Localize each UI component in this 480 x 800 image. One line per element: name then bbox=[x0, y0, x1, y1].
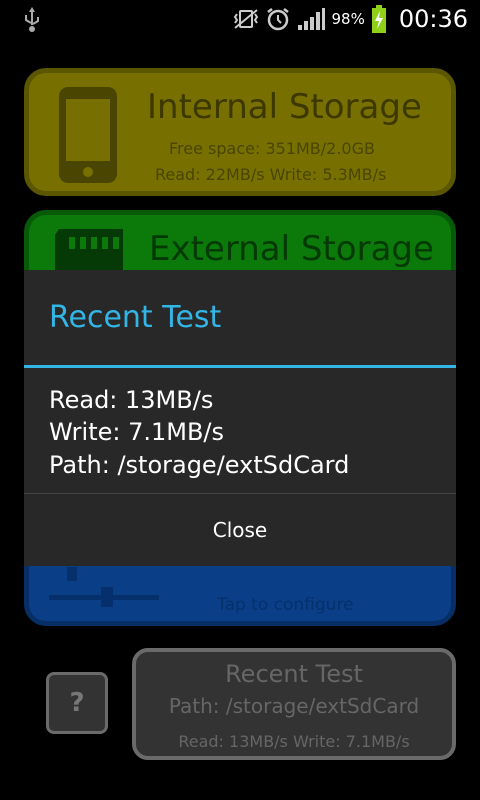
clock: 00:36 bbox=[398, 5, 468, 33]
dialog-read: Read: 13MB/s bbox=[49, 386, 214, 414]
status-bar: 98% 00:36 bbox=[0, 0, 480, 38]
external-storage-title: External Storage bbox=[149, 229, 434, 269]
battery-charging-icon bbox=[371, 5, 386, 33]
alarm-icon bbox=[267, 8, 290, 31]
configure-hint: Tap to configure bbox=[217, 595, 354, 615]
signal-icon bbox=[298, 8, 326, 30]
dialog-title: Recent Test bbox=[49, 300, 222, 335]
phone-icon bbox=[59, 87, 117, 183]
battery-percent: 98% bbox=[331, 10, 365, 28]
vibrate-icon bbox=[234, 9, 259, 29]
help-button[interactable]: ? bbox=[46, 672, 108, 734]
close-button[interactable]: Close bbox=[24, 494, 456, 566]
status-icons: 98% 00:36 bbox=[233, 0, 468, 38]
dialog-title-divider bbox=[24, 365, 456, 368]
usb-icon bbox=[25, 7, 39, 32]
dialog-path: Path: /storage/extSdCard bbox=[49, 451, 350, 479]
internal-speeds: Read: 22MB/s Write: 5.3MB/s bbox=[155, 165, 387, 184]
internal-free-space: Free space: 351MB/2.0GB bbox=[169, 139, 375, 158]
dialog-write: Write: 7.1MB/s bbox=[49, 418, 225, 446]
recent-test-dialog: Recent Test Read: 13MB/s Write: 7.1MB/s … bbox=[24, 270, 456, 566]
recent-test-title: Recent Test bbox=[225, 660, 363, 688]
internal-storage-title: Internal Storage bbox=[147, 87, 422, 127]
recent-test-path: Path: /storage/extSdCard bbox=[168, 694, 420, 718]
recent-test-speeds: Read: 13MB/s Write: 7.1MB/s bbox=[178, 732, 410, 751]
sliders-icon bbox=[49, 567, 159, 607]
recent-test-button[interactable]: Recent Test Path: /storage/extSdCard Rea… bbox=[132, 648, 456, 760]
internal-storage-card[interactable]: Internal Storage Free space: 351MB/2.0GB… bbox=[24, 68, 456, 196]
